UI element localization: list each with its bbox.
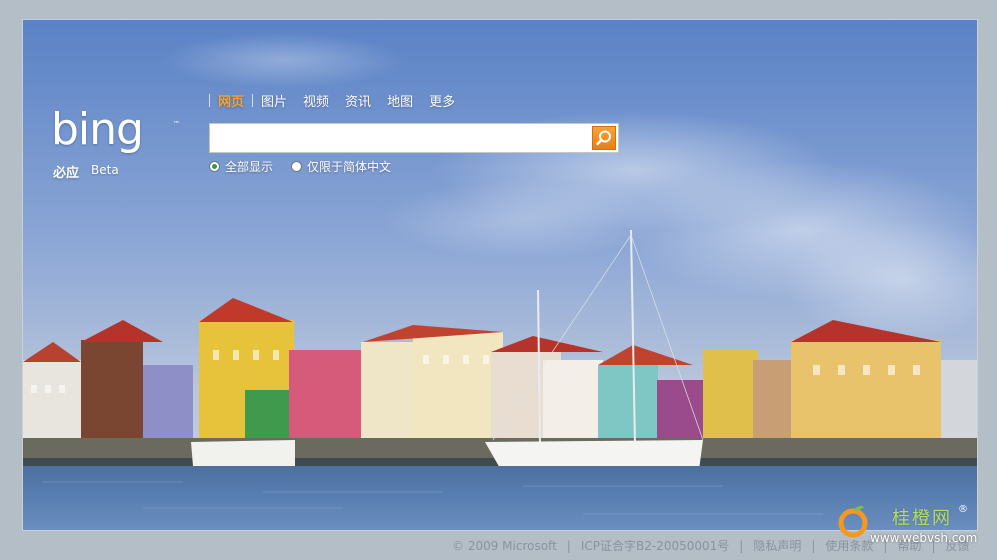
nav-item-web[interactable]: 网页 [210,91,252,110]
scope-option-simplified-chinese[interactable]: 仅限于简体中文 [291,158,391,175]
radio-unchecked-icon[interactable] [291,161,303,172]
watermark-chinese-name: 桂橙网 [892,508,952,529]
scope-label-simplified-chinese[interactable]: 仅限于简体中文 [307,158,391,175]
logo-chinese-name: 必应 [53,166,80,181]
nav-item-maps[interactable]: 地图 [379,91,421,110]
bing-logo[interactable]: bing ™ 必应 Beta [51,104,181,184]
footer-privacy-link[interactable]: 隐私声明 [753,537,801,554]
logo-wordmark: bing [51,104,144,155]
nav-item-videos[interactable]: 视频 [295,91,337,110]
scope-label-all[interactable]: 全部显示 [225,158,273,175]
background-photo [23,20,977,530]
footer-separator: | [811,538,816,553]
site-watermark: 桂橙网 ® www.webvsh.com [832,494,997,560]
watermark-registered-mark: ® [958,504,968,515]
category-nav: 网页 图片 视频 资讯 地图 更多 [209,91,463,110]
footer-separator: | [739,538,744,553]
watermark-url: www.webvsh.com [870,531,978,545]
radio-checked-icon[interactable] [209,161,220,172]
orange-logo-icon [838,506,868,538]
nav-item-news[interactable]: 资讯 [337,91,379,110]
homepage-background-frame: bing ™ 必应 Beta 网页 图片 视频 资讯 地图 更多 全部显示 仅限… [22,19,978,531]
scope-option-all[interactable]: 全部显示 [209,158,273,175]
search-box [209,123,619,153]
logo-beta-label: Beta [91,163,119,177]
magnifier-icon [596,130,611,146]
footer-separator: | [566,538,571,553]
nav-item-images[interactable]: 图片 [253,91,295,110]
search-scope: 全部显示 仅限于简体中文 [209,158,409,175]
nav-item-more[interactable]: 更多 [421,91,463,110]
search-input[interactable] [210,124,588,152]
logo-trademark: ™ [173,120,180,128]
search-button[interactable] [592,126,616,150]
footer-icp-link[interactable]: ICP证合字B2-20050001号 [581,537,729,554]
footer-copyright: © 2009 Microsoft [452,538,557,553]
